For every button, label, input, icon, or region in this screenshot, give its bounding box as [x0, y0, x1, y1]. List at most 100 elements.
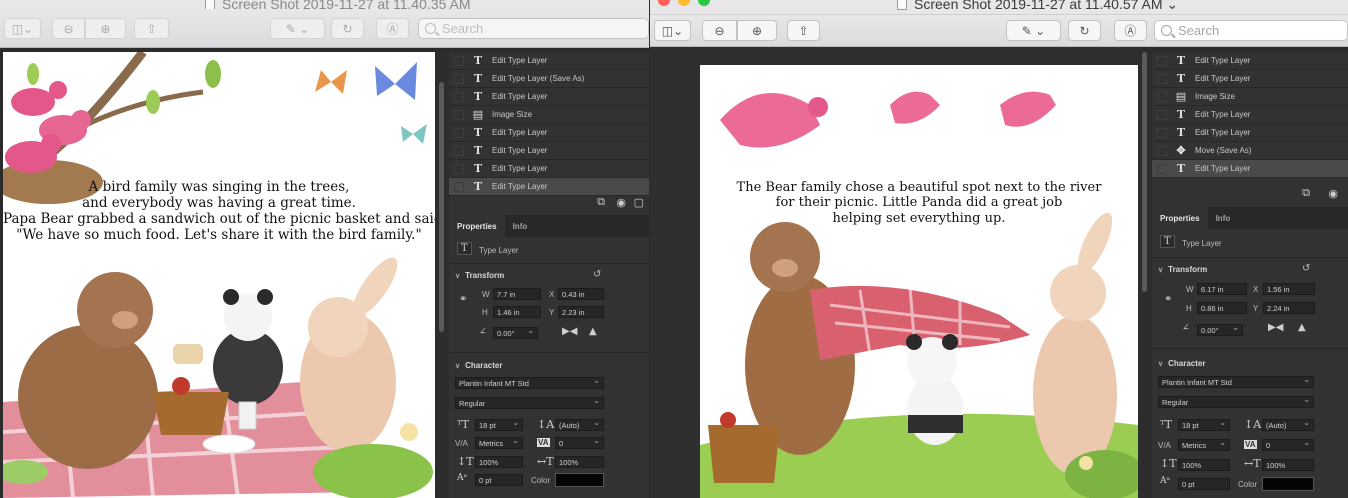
- scrollbar-thumb[interactable]: [1142, 52, 1147, 292]
- history-item[interactable]: T Edit Type Layer: [449, 124, 649, 142]
- link-icon[interactable]: ⚭: [1164, 294, 1172, 305]
- reset-transform-icon[interactable]: ↺: [593, 269, 601, 280]
- search-field[interactable]: Search: [418, 18, 649, 39]
- kerning-select[interactable]: Metrics: [475, 437, 523, 449]
- left-canvas-scrollbar[interactable]: [435, 52, 449, 498]
- character-section-header[interactable]: Character: [1158, 359, 1205, 368]
- search-field[interactable]: Search: [1154, 20, 1348, 41]
- history-state-checkbox[interactable]: [1157, 91, 1167, 102]
- history-state-checkbox[interactable]: [454, 55, 464, 66]
- font-family-select[interactable]: Plantin Infant MT Std: [1158, 376, 1314, 388]
- angle-field[interactable]: 0.00°: [493, 327, 538, 339]
- scrollbar-thumb[interactable]: [439, 82, 444, 332]
- history-state-checkbox[interactable]: [454, 109, 464, 120]
- vertical-scale-field[interactable]: 100%: [475, 456, 523, 468]
- transform-section-header[interactable]: Transform: [455, 271, 504, 280]
- zoom-in-button[interactable]: ⊕: [737, 20, 777, 41]
- flip-horizontal-icon[interactable]: ▶◀: [562, 326, 577, 337]
- camera-snapshot-icon[interactable]: ◉: [1328, 187, 1338, 200]
- markup-toolbar-button[interactable]: Ⓐ: [376, 18, 409, 39]
- text-color-swatch[interactable]: [1262, 477, 1314, 491]
- minimize-button[interactable]: [678, 0, 690, 6]
- history-item[interactable]: T Edit Type Layer: [449, 142, 649, 160]
- trash-icon[interactable]: ▢: [634, 196, 644, 209]
- flip-vertical-icon[interactable]: ▲: [1298, 322, 1306, 333]
- sidebar-toggle-button[interactable]: ◫⌄: [654, 20, 691, 41]
- right-canvas-scrollbar[interactable]: [1138, 47, 1152, 498]
- kerning-select[interactable]: Metrics: [1178, 439, 1230, 451]
- history-item[interactable]: T Edit Type Layer: [1152, 70, 1348, 88]
- height-field[interactable]: 0.86 in: [1197, 302, 1247, 314]
- baseline-shift-field[interactable]: 0 pt: [475, 474, 523, 486]
- history-item[interactable]: T Edit Type Layer: [1152, 124, 1348, 142]
- zoom-out-button[interactable]: ⊖: [702, 20, 737, 41]
- history-state-checkbox[interactable]: [1157, 163, 1167, 174]
- flip-vertical-icon[interactable]: ▲: [589, 326, 597, 337]
- history-state-checkbox[interactable]: [454, 91, 464, 102]
- history-item[interactable]: T Edit Type Layer: [1152, 52, 1348, 70]
- sidebar-toggle-button[interactable]: ◫⌄: [4, 18, 41, 39]
- share-button[interactable]: ⇧: [134, 18, 169, 39]
- history-item[interactable]: T Edit Type Layer (Save As): [449, 70, 649, 88]
- tracking-field[interactable]: 0: [1262, 439, 1314, 451]
- rotate-button[interactable]: ↻: [331, 18, 364, 39]
- font-size-field[interactable]: 18 pt: [1178, 419, 1230, 431]
- font-size-field[interactable]: 18 pt: [475, 419, 523, 431]
- camera-snapshot-icon[interactable]: ◉: [616, 196, 626, 209]
- history-item[interactable]: ✥ Move (Save As): [1152, 142, 1348, 160]
- tab-properties[interactable]: Properties: [449, 215, 505, 237]
- font-family-select[interactable]: Plantin Infant MT Std: [455, 377, 604, 389]
- reset-transform-icon[interactable]: ↺: [1302, 263, 1310, 274]
- vertical-scale-field[interactable]: 100%: [1178, 459, 1230, 471]
- history-state-checkbox[interactable]: [1157, 127, 1167, 138]
- history-item[interactable]: T Edit Type Layer: [1152, 160, 1348, 178]
- history-state-checkbox[interactable]: [454, 163, 464, 174]
- y-field[interactable]: 2.23 in: [558, 306, 604, 318]
- y-field[interactable]: 2.24 in: [1263, 302, 1315, 314]
- right-window-title[interactable]: Screen Shot 2019-11-27 at 11.40.57 AM ⌄: [897, 0, 1178, 13]
- tab-info[interactable]: Info: [1208, 207, 1239, 229]
- history-state-checkbox[interactable]: [1157, 55, 1167, 66]
- x-field[interactable]: 0.43 in: [558, 288, 604, 300]
- tab-properties[interactable]: Properties: [1152, 207, 1208, 229]
- history-state-checkbox[interactable]: [454, 127, 464, 138]
- text-color-swatch[interactable]: [555, 473, 604, 487]
- history-state-checkbox[interactable]: [454, 181, 464, 192]
- tab-info[interactable]: Info: [505, 215, 536, 237]
- history-item[interactable]: T Edit Type Layer: [1152, 106, 1348, 124]
- x-field[interactable]: 1.56 in: [1263, 283, 1315, 295]
- history-item[interactable]: T Edit Type Layer: [449, 88, 649, 106]
- markup-pen-button[interactable]: ✎ ⌄: [270, 18, 325, 39]
- angle-field[interactable]: 0.00°: [1197, 324, 1243, 336]
- share-button[interactable]: ⇧: [787, 20, 820, 41]
- new-document-icon[interactable]: ⧉: [597, 196, 605, 209]
- history-state-checkbox[interactable]: [1157, 73, 1167, 84]
- baseline-shift-field[interactable]: 0 pt: [1178, 478, 1230, 490]
- width-field[interactable]: 6.17 in: [1197, 283, 1247, 295]
- horizontal-scale-field[interactable]: 100%: [1262, 459, 1314, 471]
- horizontal-scale-field[interactable]: 100%: [555, 456, 604, 468]
- leading-field[interactable]: (Auto): [1262, 419, 1314, 431]
- font-style-select[interactable]: Regular: [455, 397, 604, 409]
- close-button[interactable]: [658, 0, 670, 6]
- new-document-icon[interactable]: ⧉: [1302, 187, 1310, 200]
- history-state-checkbox[interactable]: [1157, 109, 1167, 120]
- history-state-checkbox[interactable]: [454, 73, 464, 84]
- font-style-select[interactable]: Regular: [1158, 396, 1314, 408]
- markup-toolbar-button[interactable]: Ⓐ: [1114, 20, 1147, 41]
- zoom-out-button[interactable]: ⊖: [52, 18, 85, 39]
- history-state-checkbox[interactable]: [454, 145, 464, 156]
- history-item[interactable]: T Edit Type Layer: [449, 52, 649, 70]
- history-item[interactable]: T Edit Type Layer: [449, 160, 649, 178]
- zoom-in-button[interactable]: ⊕: [85, 18, 126, 39]
- tracking-field[interactable]: 0: [555, 437, 604, 449]
- link-icon[interactable]: ⚭: [459, 294, 467, 305]
- history-item[interactable]: ▤ Image Size: [449, 106, 649, 124]
- width-field[interactable]: 7.7 in: [493, 288, 541, 300]
- markup-pen-button[interactable]: ✎ ⌄: [1006, 20, 1061, 41]
- character-section-header[interactable]: Character: [455, 361, 502, 370]
- transform-section-header[interactable]: Transform: [1158, 265, 1207, 274]
- flip-horizontal-icon[interactable]: ▶◀: [1268, 322, 1283, 333]
- history-item[interactable]: ▤ Image Size: [1152, 88, 1348, 106]
- height-field[interactable]: 1.46 in: [493, 306, 541, 318]
